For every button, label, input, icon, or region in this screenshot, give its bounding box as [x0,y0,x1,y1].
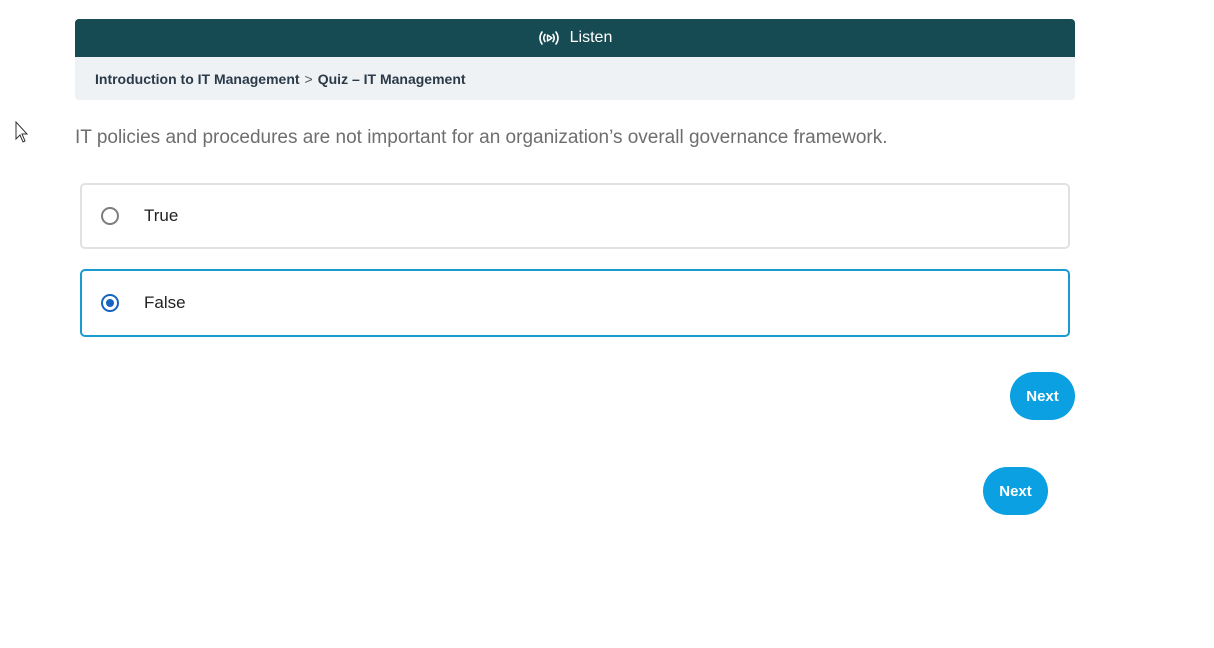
breadcrumb-course[interactable]: Introduction to IT Management [95,71,300,87]
breadcrumb: Introduction to IT Management > Quiz – I… [75,57,1075,100]
broadcast-icon [538,31,559,45]
radio-checked-icon[interactable] [101,294,119,312]
breadcrumb-quiz[interactable]: Quiz – IT Management [318,71,466,87]
question-text: IT policies and procedures are not impor… [75,127,888,148]
listen-label: Listen [569,29,613,46]
answer-option-label: False [144,293,186,312]
answer-option-false[interactable]: False [80,269,1070,337]
next-button[interactable]: Next [1010,372,1075,420]
answer-option-label: True [144,206,179,225]
mouse-cursor-icon [15,121,29,143]
radio-unchecked-icon[interactable] [101,207,119,225]
quiz-page: Listen Introduction to IT Management > Q… [0,0,1214,648]
answer-option-true[interactable]: True [80,183,1070,249]
next-button-secondary[interactable]: Next [983,467,1048,515]
listen-button[interactable]: Listen [75,19,1075,57]
breadcrumb-separator: > [304,70,313,87]
